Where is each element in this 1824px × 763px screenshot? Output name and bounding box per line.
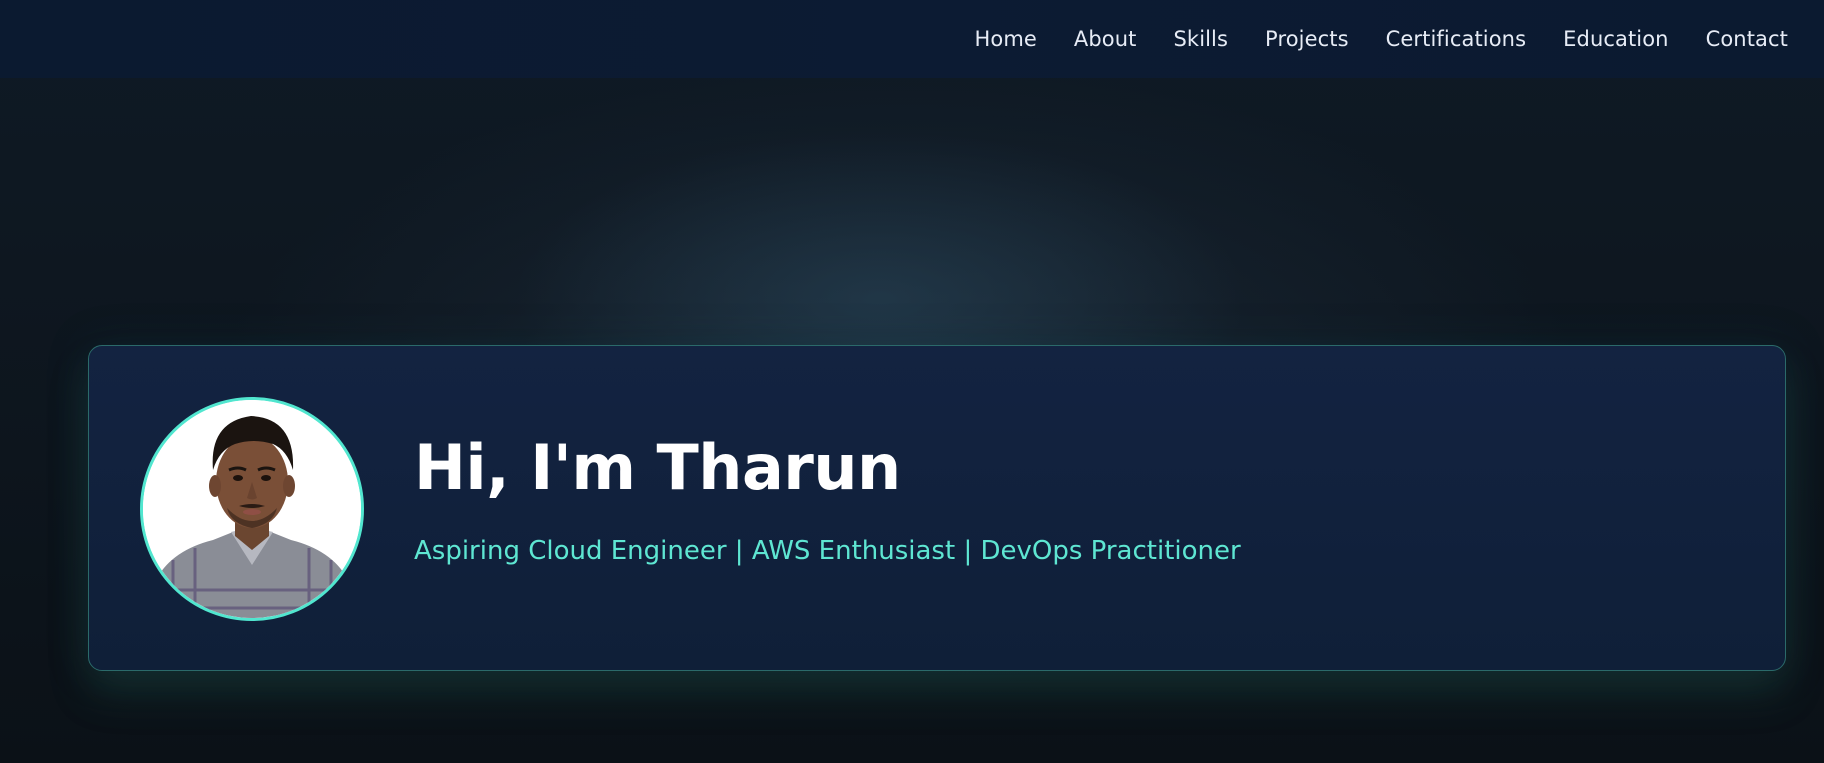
nav-link-skills[interactable]: Skills (1174, 27, 1229, 51)
profile-photo (143, 400, 361, 618)
hero-subtitle: Aspiring Cloud Engineer | AWS Enthusiast… (414, 536, 1241, 566)
hero-card: Hi, I'm Tharun Aspiring Cloud Engineer |… (88, 345, 1786, 671)
nav-link-projects[interactable]: Projects (1265, 27, 1349, 51)
avatar (140, 397, 364, 621)
nav-link-home[interactable]: Home (974, 27, 1036, 51)
nav-link-certifications[interactable]: Certifications (1386, 27, 1527, 51)
nav-link-education[interactable]: Education (1563, 27, 1668, 51)
nav-link-about[interactable]: About (1074, 27, 1137, 51)
navbar: Home About Skills Projects Certification… (0, 0, 1824, 78)
nav-link-contact[interactable]: Contact (1706, 27, 1788, 51)
hero-title: Hi, I'm Tharun (414, 431, 901, 504)
